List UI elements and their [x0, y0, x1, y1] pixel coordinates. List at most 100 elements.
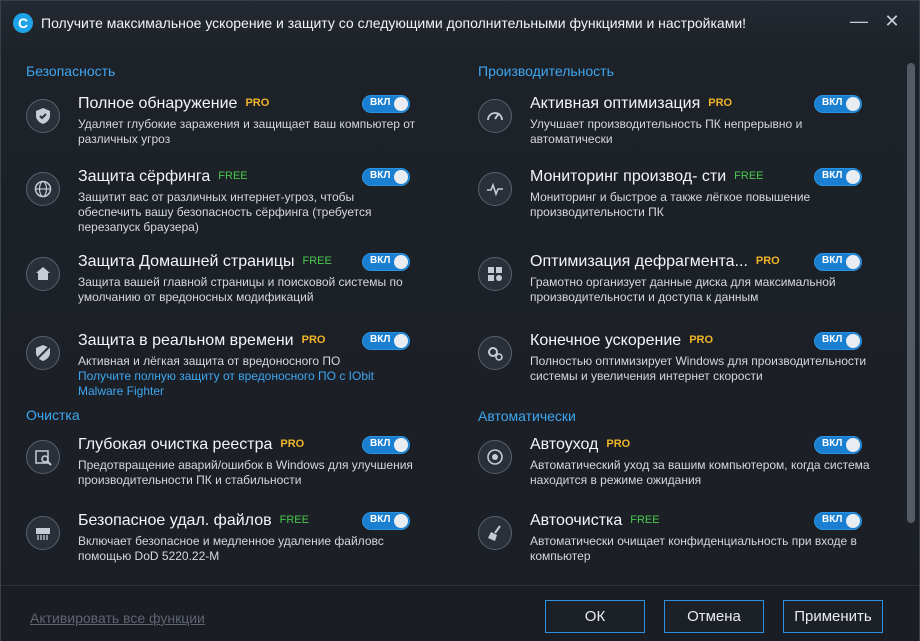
feature-title: Автоуход — [530, 436, 599, 453]
feature-item-registry-clean: Глубокая очистка реестра PRO Предотвращен… — [26, 436, 446, 506]
feature-toggle[interactable]: ВКЛ — [362, 332, 410, 350]
feature-toggle[interactable]: ВКЛ — [362, 436, 410, 454]
scrollbar[interactable] — [907, 63, 915, 523]
toggle-knob[interactable] — [394, 170, 408, 184]
toggle-knob[interactable] — [394, 514, 408, 528]
toggle-label: ВКЛ — [370, 514, 391, 525]
toggle-knob[interactable] — [846, 170, 860, 184]
feature-description: Мониторинг и быстрое а также лёгкое повы… — [530, 190, 870, 220]
feature-toggle[interactable]: ВКЛ — [362, 253, 410, 271]
feature-title: Глубокая очистка реестра — [78, 436, 273, 453]
feature-toggle[interactable]: ВКЛ — [362, 95, 410, 113]
feature-toggle[interactable]: ВКЛ — [814, 168, 862, 186]
feature-description: Грамотно организует данные диска для мак… — [530, 275, 870, 305]
feature-description: Автоматически очищает конфиденциальность… — [530, 534, 870, 564]
feature-title: Защита Домашней страницы — [78, 253, 295, 270]
feature-title: Автоочистка — [530, 512, 623, 529]
feature-item-realtime-protection: Защита в реальном времени PRO Активная и … — [26, 332, 446, 402]
toggle-label: ВКЛ — [370, 97, 391, 108]
feature-title: Активная оптимизация — [530, 95, 701, 112]
toggle-knob[interactable] — [394, 97, 408, 111]
feature-item-monitor-pulse: Мониторинг производ- сти FREE Мониторинг … — [478, 168, 898, 238]
toggle-knob[interactable] — [846, 438, 860, 452]
monitor-pulse-icon — [478, 172, 512, 206]
feature-description: Включает безопасное и медленное удаление… — [78, 534, 418, 564]
toggle-knob[interactable] — [394, 438, 408, 452]
close-button[interactable]: ✕ — [880, 9, 904, 33]
feature-toggle[interactable]: ВКЛ — [814, 512, 862, 530]
feature-name: Защита в реальном времени PRO — [78, 332, 325, 350]
feature-description-text: Автоматически очищает конфиденциальность… — [530, 534, 857, 563]
cancel-button[interactable]: Отмена — [664, 600, 764, 633]
feature-toggle[interactable]: ВКЛ — [362, 512, 410, 530]
feature-toggle[interactable]: ВКЛ — [814, 253, 862, 271]
feature-description-text: Включает безопасное и медленное удаление… — [78, 534, 384, 563]
feature-description: Улучшает производительность ПК непрерывн… — [530, 117, 870, 147]
pro-badge: PRO — [708, 97, 733, 109]
feature-name: Автоочистка FREE — [530, 512, 660, 530]
broom-icon — [478, 516, 512, 550]
ok-button[interactable]: ОК — [545, 600, 645, 633]
feature-description: Защита вашей главной страницы и поисково… — [78, 275, 418, 305]
feature-item-shredder: Безопасное удал. файлов FREE Включает без… — [26, 512, 446, 582]
free-badge: FREE — [734, 170, 764, 182]
feature-description-text: Защита вашей главной страницы и поисково… — [78, 275, 403, 304]
toggle-label: ВКЛ — [370, 170, 391, 181]
feature-name: Безопасное удал. файлов FREE — [78, 512, 309, 530]
section-title-automatic: Автоматически — [478, 408, 576, 424]
feature-description-text: Мониторинг и быстрое а также лёгкое повы… — [530, 190, 811, 219]
feature-description-text: Полностью оптимизирует Windows для произ… — [530, 354, 867, 383]
feature-item-defrag: Оптимизация дефрагмента... PRO Грамотно о… — [478, 253, 898, 323]
defrag-icon — [478, 257, 512, 291]
footer: Активировать все функции ОК Отмена Приме… — [1, 585, 919, 641]
scrollbar-thumb[interactable] — [907, 63, 915, 523]
feature-toggle[interactable]: ВКЛ — [814, 332, 862, 350]
feature-name: Мониторинг производ- сти FREE — [530, 168, 764, 186]
feature-item-broom: Автоочистка FREE Автоматически очищает ко… — [478, 512, 898, 582]
feature-item-globe: Защита сёрфинга FREE Защитит вас от разли… — [26, 168, 446, 238]
feature-name: Оптимизация дефрагмента... PRO — [530, 253, 780, 271]
toggle-knob[interactable] — [846, 514, 860, 528]
feature-title: Конечное ускорение — [530, 332, 682, 349]
toggle-label: ВКЛ — [822, 255, 843, 266]
toggle-knob[interactable] — [394, 255, 408, 269]
feature-toggle[interactable]: ВКЛ — [362, 168, 410, 186]
activate-all-link[interactable]: Активировать все функции — [30, 610, 205, 626]
feature-name: Активная оптимизация PRO — [530, 95, 732, 113]
toggle-label: ВКЛ — [822, 438, 843, 449]
feature-toggle[interactable]: ВКЛ — [814, 95, 862, 113]
feature-description: Защитит вас от различных интернет-угроз,… — [78, 190, 418, 235]
toggle-knob[interactable] — [394, 334, 408, 348]
feature-description-text: Активная и лёгкая защита от вредоносного… — [78, 354, 341, 368]
feature-name: Полное обнаружение PRO — [78, 95, 269, 113]
toggle-label: ВКЛ — [370, 438, 391, 449]
apply-button[interactable]: Применить — [783, 600, 883, 633]
feature-title: Безопасное удал. файлов — [78, 512, 272, 529]
section-title-cleanup: Очистка — [26, 407, 80, 423]
feature-description-text: Улучшает производительность ПК непрерывн… — [530, 117, 803, 146]
minimize-button[interactable]: — — [847, 9, 871, 33]
home-shield-icon — [26, 257, 60, 291]
shield-icon — [26, 99, 60, 133]
feature-toggle[interactable]: ВКЛ — [814, 436, 862, 454]
toggle-knob[interactable] — [846, 255, 860, 269]
feature-item-gears: Конечное ускорение PRO Полностью оптимизи… — [478, 332, 898, 402]
feature-item-auto-care: Автоуход PRO Автоматический уход за вашим… — [478, 436, 898, 506]
feature-description: Удаляет глубокие заражения и защищает ва… — [78, 117, 418, 147]
feature-description-text: Защитит вас от различных интернет-угроз,… — [78, 190, 372, 234]
feature-description-text: Удаляет глубокие заражения и защищает ва… — [78, 117, 416, 146]
feature-name: Глубокая очистка реестра PRO — [78, 436, 304, 454]
globe-icon — [26, 172, 60, 206]
feature-item-shield: Полное обнаружение PRO Удаляет глубокие з… — [26, 95, 446, 165]
iobit-malware-fighter-link[interactable]: Получите полную защиту от вредоносного П… — [78, 369, 418, 399]
feature-description: Активная и лёгкая защита от вредоносного… — [78, 354, 418, 399]
toggle-knob[interactable] — [846, 97, 860, 111]
feature-description: Автоматический уход за вашим компьютером… — [530, 458, 870, 488]
pro-badge: PRO — [755, 255, 780, 267]
window-title: Получите максимальное ускорение и защиту… — [41, 15, 747, 31]
feature-item-speedometer: Активная оптимизация PRO Улучшает произво… — [478, 95, 898, 165]
free-badge: FREE — [302, 255, 332, 267]
toggle-knob[interactable] — [846, 334, 860, 348]
feature-description: Предотвращение аварий/ошибок в Windows д… — [78, 458, 418, 488]
free-badge: FREE — [218, 170, 248, 182]
